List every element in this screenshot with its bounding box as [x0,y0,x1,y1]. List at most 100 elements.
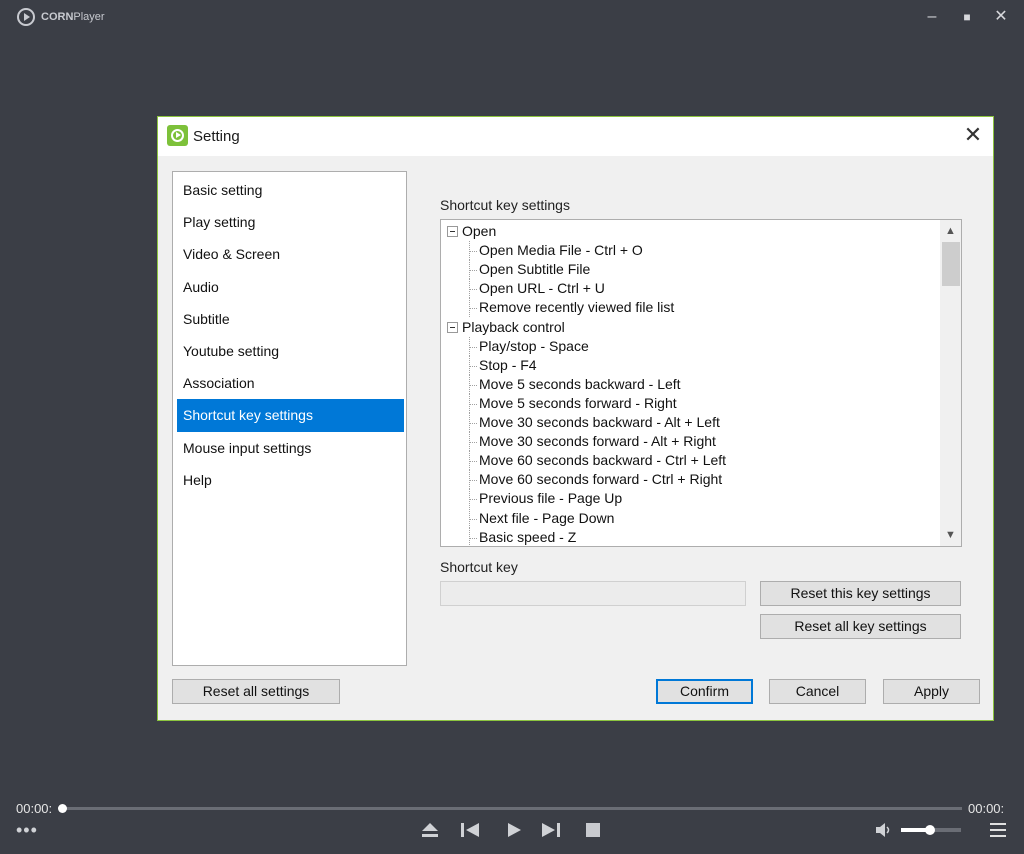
confirm-button[interactable]: Confirm [656,679,753,704]
tree-item[interactable]: Play/stop - Space [479,337,589,356]
tree-connector [469,527,470,546]
tree-item[interactable]: Next file - Page Down [479,509,614,528]
tree-group[interactable]: Playback control [462,318,565,337]
dialog-title: Setting [193,128,240,145]
tree-item[interactable]: Move 60 seconds backward - Ctrl + Left [479,451,726,470]
collapse-toggle-icon[interactable] [447,226,458,237]
nav-item[interactable]: Association [177,367,404,399]
app-logo: CORN Player [17,8,105,26]
nav-item[interactable]: Audio [177,271,404,303]
volume-knob[interactable] [925,825,935,835]
tree-connector [469,480,477,482]
tree-group[interactable]: Open [462,222,496,241]
scroll-down-arrow-icon[interactable]: ▼ [940,526,961,544]
stop-icon[interactable] [584,821,602,839]
app-icon [167,125,188,146]
tree-connector [469,289,477,291]
nav-item[interactable]: Help [177,464,404,496]
tree-connector [469,365,477,367]
time-current: 00:00: [16,801,53,816]
volume-fill [901,828,928,832]
tree-scrollbar[interactable]: ▲ ▼ [940,220,961,546]
tree-item[interactable]: Previous file - Page Up [479,489,622,508]
tree-connector [469,508,470,528]
time-total: 00:00: [968,801,1005,816]
dialog-close-button[interactable]: ✕ [962,124,984,147]
reset-all-keys-button[interactable]: Reset all key settings [760,614,961,639]
scroll-up-arrow-icon[interactable]: ▲ [940,222,961,240]
tree-connector [469,518,477,520]
nav-item[interactable]: Subtitle [177,303,404,335]
tree-connector [469,308,477,310]
tree-item[interactable]: Remove recently viewed file list [479,298,674,317]
seek-knob[interactable] [58,804,67,813]
shortcut-tree[interactable]: Open Open Media File - Ctrl + O Open Subti… [440,219,962,547]
tree-connector [469,393,470,413]
nav-item[interactable]: Mouse input settings [177,432,404,464]
tree-connector [469,413,470,433]
apply-button[interactable]: Apply [883,679,980,704]
tree-connector [469,384,477,386]
tree-connector [469,432,470,452]
tree-connector [469,461,477,463]
tree-connector [469,442,477,444]
tree-connector [469,489,470,509]
nav-item[interactable]: Basic setting [177,174,404,206]
previous-icon[interactable] [459,820,481,840]
tree-connector [469,260,470,280]
setting-dialog: Setting ✕ Basic setting Play setting Video… [157,116,994,721]
tree-item[interactable]: Stop - F4 [479,356,537,375]
tree-connector [469,298,470,318]
tree-item[interactable]: Open URL - Ctrl + U [479,279,605,298]
tree-connector [469,499,477,501]
tree-item[interactable]: Move 5 seconds backward - Left [479,375,681,394]
tree-connector [469,423,477,424]
minimize-button[interactable]: – [922,8,942,26]
tree-item[interactable]: Basic speed - Z [479,528,576,546]
collapse-toggle-icon[interactable] [447,321,458,333]
dialog-header: Setting ✕ [158,117,993,156]
reset-all-settings-button[interactable]: Reset all settings [172,679,340,704]
nav-item[interactable]: Play setting [177,206,404,238]
menu-icon[interactable] [989,822,1007,838]
tree-connector [469,451,470,471]
tree-connector [469,374,470,394]
tree-connector [469,537,477,539]
section-title: Shortcut key settings [440,197,570,213]
nav-item[interactable]: Shortcut key settings [177,399,404,432]
tree-connector [469,251,477,253]
eject-icon[interactable] [420,820,440,840]
tree-connector [469,279,470,299]
shortcut-key-input[interactable] [440,581,746,606]
tree-connector [469,403,477,405]
next-icon[interactable] [540,820,562,840]
more-options-icon[interactable]: ••• [16,820,38,841]
settings-nav-list: Basic setting Play setting Video & Screen A… [172,171,407,666]
tree-item[interactable]: Move 30 seconds forward - Alt + Right [479,432,716,451]
tree-connector [469,470,470,490]
shortcut-key-label: Shortcut key [440,559,518,575]
tree-connector [469,241,470,261]
close-window-button[interactable]: ✕ [991,8,1011,26]
tree-connector [469,346,477,348]
reset-this-key-button[interactable]: Reset this key settings [760,581,961,606]
tree-connector [469,355,470,375]
tree-item[interactable]: Open Subtitle File [479,260,590,279]
player-titlebar: CORN Player – ■ ✕ [0,0,1024,36]
tree-connector [469,270,477,272]
cancel-button[interactable]: Cancel [769,679,866,704]
maximize-button[interactable]: ■ [957,8,977,26]
play-circle-icon [17,8,35,26]
nav-item[interactable]: Youtube setting [177,335,404,367]
app-name-rest: Player [73,11,105,23]
tree-item[interactable]: Open Media File - Ctrl + O [479,241,643,260]
seek-bar[interactable] [64,807,962,810]
tree-item[interactable]: Move 60 seconds forward - Ctrl + Right [479,470,722,489]
scroll-thumb[interactable] [942,242,960,286]
volume-icon[interactable] [874,821,894,839]
tree-item[interactable]: Move 30 seconds backward - Alt + Left [479,413,720,432]
tree-connector [469,336,470,356]
nav-item[interactable]: Video & Screen [177,238,404,270]
tree-item[interactable]: Move 5 seconds forward - Right [479,394,677,413]
play-icon[interactable] [504,820,524,840]
